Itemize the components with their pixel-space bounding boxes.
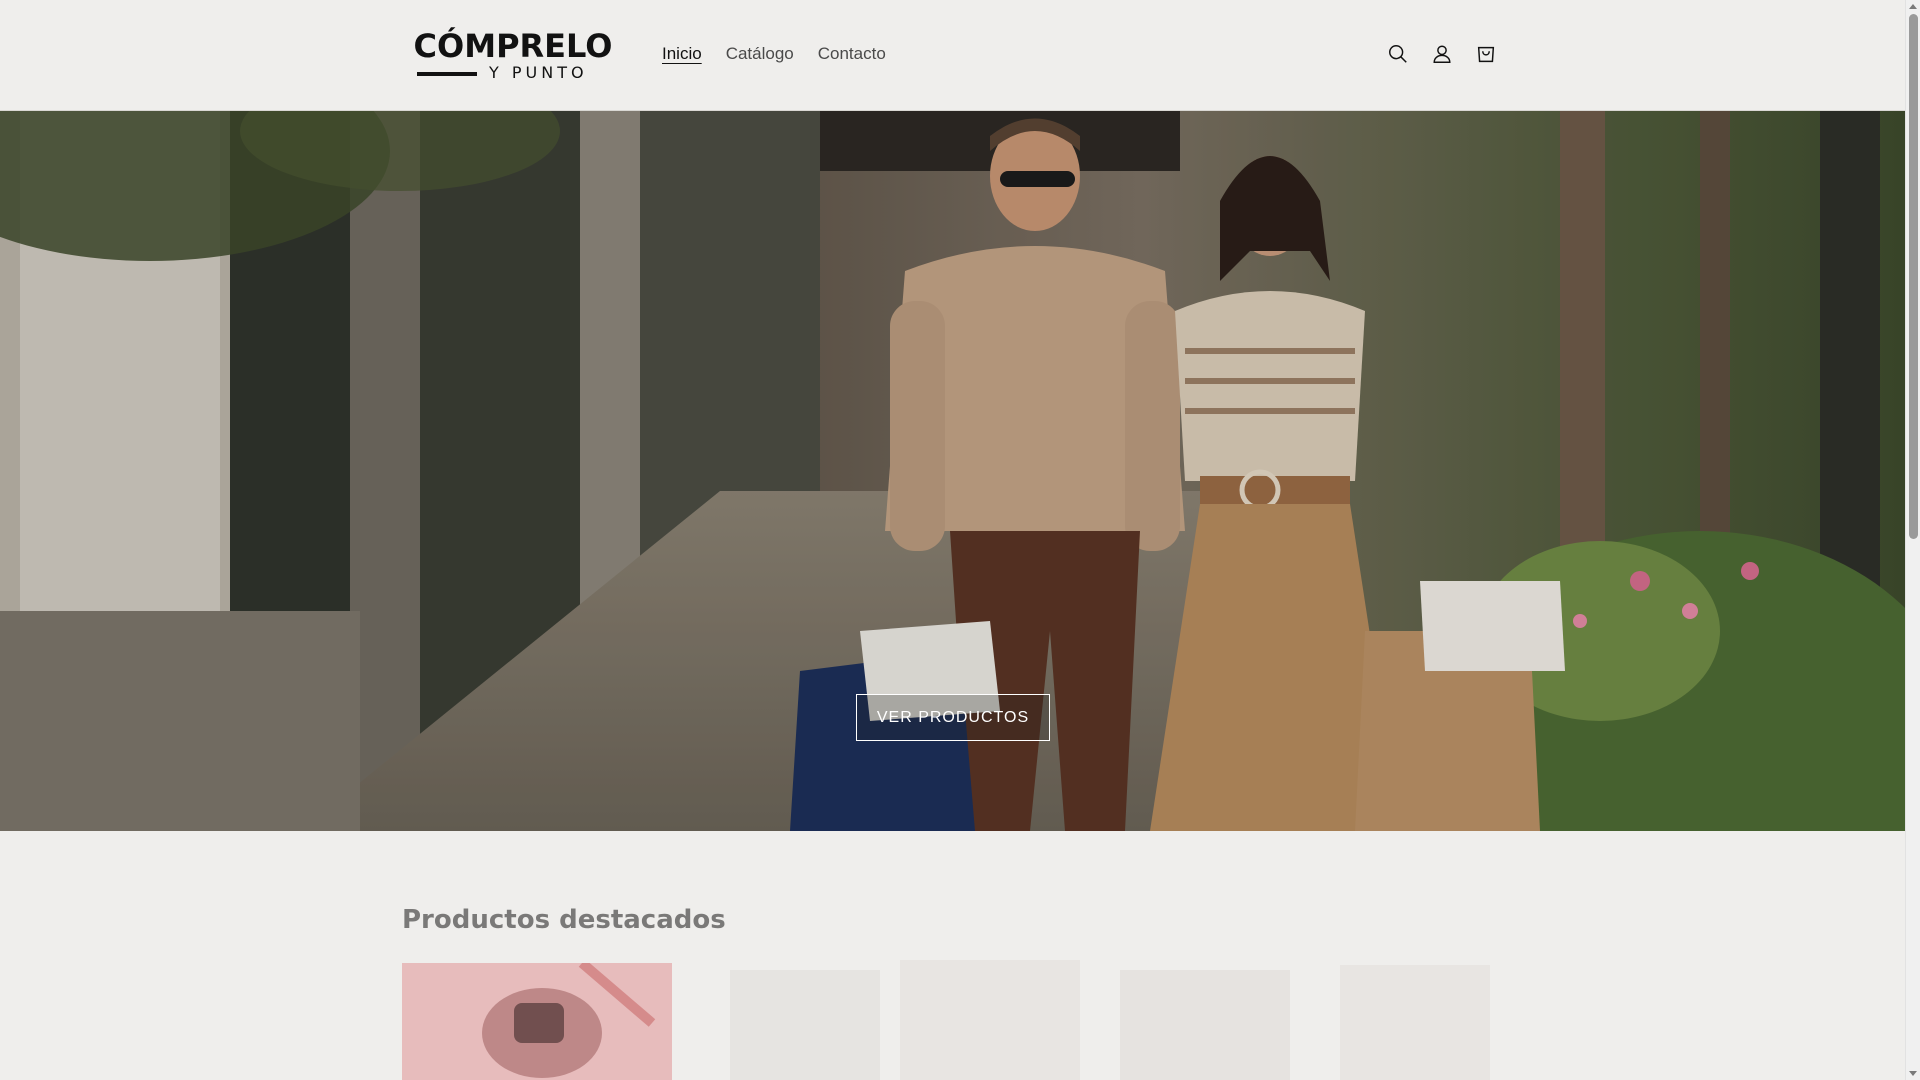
product-carousel-faint	[730, 960, 1490, 1080]
logo-wordmark-bottom: Y PUNTO	[489, 63, 588, 82]
nav-link-inicio[interactable]: Inicio	[650, 40, 714, 70]
featured-products-title: Productos destacados	[402, 904, 726, 935]
product-card[interactable]	[402, 963, 672, 1080]
cart-button[interactable]	[1464, 32, 1508, 76]
scroll-down-arrow-icon[interactable]	[1909, 1071, 1917, 1076]
store-logo[interactable]: CÓMPRELO Y PUNTO	[413, 26, 613, 84]
search-button[interactable]	[1376, 32, 1420, 76]
cart-icon	[1477, 46, 1495, 63]
logo-dash	[417, 72, 477, 76]
nav-link-contacto[interactable]: Contacto	[806, 40, 898, 70]
page: CÓMPRELO Y PUNTO Inicio Catálogo Contact…	[0, 0, 1905, 1080]
ver-productos-button[interactable]: VER PRODUCTOS	[856, 694, 1050, 741]
account-button[interactable]	[1420, 32, 1464, 76]
nav-link-catalogo[interactable]: Catálogo	[714, 40, 806, 70]
main-nav: Inicio Catálogo Contacto	[650, 40, 898, 70]
scroll-up-arrow-icon[interactable]	[1909, 4, 1917, 9]
product-image	[402, 963, 672, 1080]
hero-banner: VER PRODUCTOS	[0, 111, 1905, 831]
account-icon	[1433, 45, 1451, 63]
scroll-thumb[interactable]	[1909, 14, 1918, 539]
site-header: CÓMPRELO Y PUNTO Inicio Catálogo Contact…	[0, 0, 1905, 111]
page-scrollbar[interactable]	[1905, 0, 1920, 1080]
logo-wordmark-top: CÓMPRELO	[413, 27, 613, 65]
header-icons	[1376, 32, 1508, 76]
search-icon	[1389, 45, 1407, 63]
